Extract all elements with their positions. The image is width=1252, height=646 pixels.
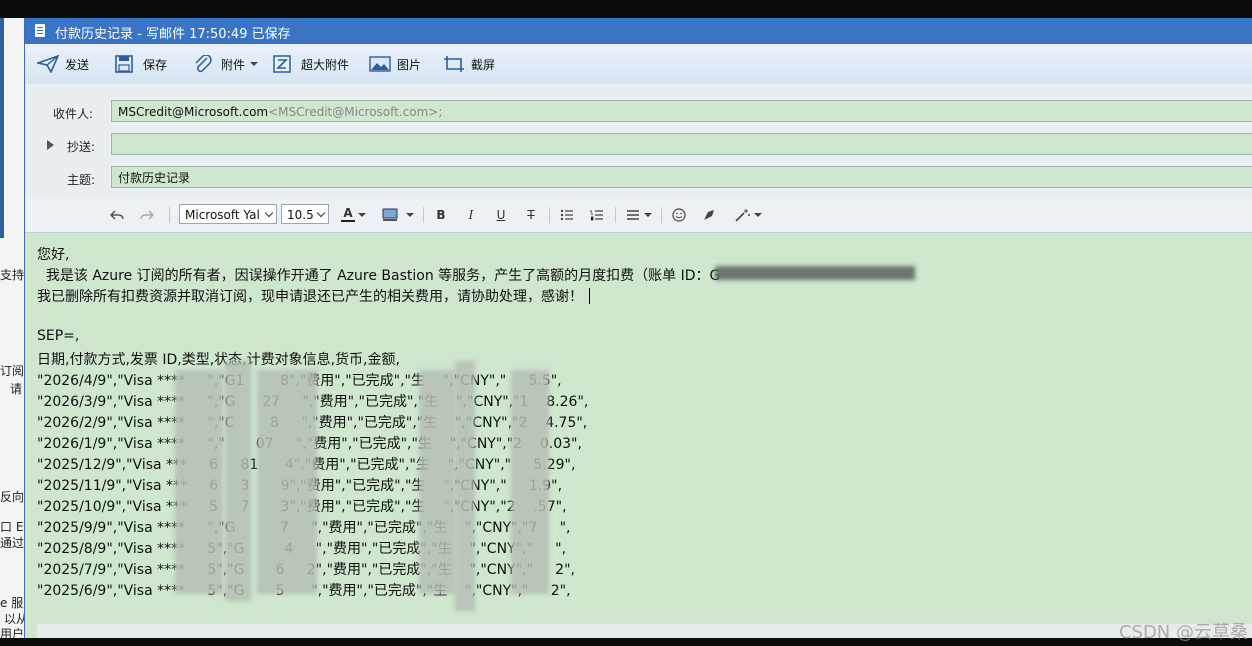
window-title: 付款历史记录 - 写邮件 17:50:49 已保存 bbox=[55, 27, 291, 42]
image-label: 图片 bbox=[397, 57, 422, 72]
big-attach-label: 超大附件 bbox=[301, 57, 350, 72]
bg-text: 支持 bbox=[0, 268, 24, 282]
body-line-text: 我已删除所有扣费资源并取消订阅，现申请退还已产生的相关费用，请协助处理，感谢！ bbox=[37, 289, 583, 305]
document-icon bbox=[35, 24, 45, 37]
align-icon[interactable] bbox=[625, 206, 641, 224]
bullet-list-icon[interactable] bbox=[559, 206, 575, 224]
font-color-icon[interactable]: A bbox=[341, 206, 355, 222]
paper-plane-icon bbox=[35, 54, 60, 74]
divider bbox=[549, 207, 550, 223]
bg-text: 通过 bbox=[0, 536, 24, 550]
to-row: 收件人: MSCredit@Microsoft.com<MSCredit@Mic… bbox=[25, 100, 1252, 124]
bg-text: 请 bbox=[10, 382, 23, 396]
redaction-blur bbox=[419, 370, 455, 594]
chevron-down-icon[interactable] bbox=[643, 206, 653, 224]
screen-top-edge bbox=[0, 0, 1252, 18]
screenshot-label: 截屏 bbox=[471, 57, 496, 72]
redaction-blur bbox=[225, 361, 251, 601]
redaction-blur bbox=[257, 370, 317, 594]
title-bar[interactable]: 付款历史记录 - 写邮件 17:50:49 已保存 bbox=[25, 18, 1252, 44]
chevron-down-icon[interactable] bbox=[357, 206, 367, 224]
horizontal-scrollbar[interactable] bbox=[37, 624, 1252, 638]
compose-toolbar: 发送 保存 附件 超大附件 图片 截屏 bbox=[25, 44, 1252, 85]
italic-icon[interactable]: I bbox=[463, 206, 479, 224]
underline-icon[interactable]: U bbox=[493, 206, 509, 224]
body-line: SEP=, bbox=[37, 328, 80, 344]
highlight-color-icon[interactable] bbox=[381, 206, 399, 224]
attach-label: 附件 bbox=[221, 57, 246, 72]
send-label: 发送 bbox=[65, 57, 90, 72]
divider bbox=[423, 207, 424, 223]
to-field[interactable]: MSCredit@Microsoft.com<MSCredit@Microsof… bbox=[111, 100, 1252, 122]
floppy-disk-icon bbox=[115, 55, 135, 73]
body-line: 日期,付款方式,发票 ID,类型,状态,计费对象信息,货币,金额, bbox=[37, 352, 400, 368]
redaction-blur bbox=[511, 370, 549, 594]
bg-text: 口 E bbox=[0, 520, 24, 534]
format-toolbar: Microsoft Yal 10.5 A B I U T bbox=[25, 198, 1252, 233]
big-attachment-icon bbox=[273, 55, 293, 73]
cc-field[interactable] bbox=[111, 133, 1252, 155]
redaction-blur bbox=[175, 370, 223, 594]
save-label: 保存 bbox=[143, 57, 168, 72]
big-attach-button[interactable]: 超大附件 bbox=[273, 53, 349, 75]
address-header: 收件人: MSCredit@Microsoft.com<MSCredit@Mic… bbox=[25, 84, 1252, 199]
chevron-down-icon bbox=[316, 208, 326, 218]
font-size-value: 10.5 bbox=[287, 208, 314, 222]
background-window: 支持 订阅 请 反向 口 E 通过 e 服 以从 用户 bbox=[0, 18, 24, 638]
divider bbox=[661, 207, 662, 223]
redo-icon[interactable] bbox=[139, 206, 155, 224]
chevron-down-icon bbox=[264, 208, 274, 218]
text-cursor bbox=[589, 288, 590, 304]
subject-label: 主题: bbox=[67, 173, 96, 187]
font-family-select[interactable]: Microsoft Yal bbox=[179, 204, 277, 224]
screenshot-button[interactable]: 截屏 bbox=[443, 53, 495, 75]
chevron-down-icon[interactable] bbox=[250, 62, 259, 66]
cc-label: 抄送: bbox=[67, 140, 96, 154]
chevron-down-icon[interactable] bbox=[753, 206, 763, 224]
send-button[interactable]: 发送 bbox=[35, 53, 90, 75]
recipient-address-full: <MSCredit@Microsoft.com>; bbox=[268, 105, 443, 119]
paperclip-icon bbox=[193, 54, 213, 73]
bold-icon[interactable]: B bbox=[433, 206, 449, 224]
body-line-with-cursor: 我已删除所有扣费资源并取消订阅，现申请退还已产生的相关费用，请协助处理，感谢！ bbox=[37, 286, 590, 306]
strikethrough-icon[interactable]: T bbox=[523, 206, 539, 224]
background-strip bbox=[0, 18, 4, 238]
save-button[interactable]: 保存 bbox=[115, 53, 167, 75]
csdn-watermark: CSDN @云草桑 bbox=[1118, 622, 1248, 643]
bg-text: e 服 bbox=[0, 596, 24, 610]
stationery-icon[interactable] bbox=[701, 206, 717, 224]
emoji-icon[interactable] bbox=[671, 206, 687, 224]
divider bbox=[169, 207, 170, 223]
compose-window: 付款历史记录 - 写邮件 17:50:49 已保存 发送 保存 附件 超大附件 … bbox=[24, 18, 1252, 638]
picture-icon bbox=[369, 55, 391, 73]
subject-field[interactable]: 付款历史记录 bbox=[111, 166, 1252, 188]
to-label: 收件人: bbox=[53, 107, 94, 121]
recipient-address[interactable]: MSCredit@Microsoft.com bbox=[118, 105, 268, 119]
numbered-list-icon[interactable] bbox=[589, 206, 605, 224]
expand-triangle-icon[interactable] bbox=[47, 140, 54, 150]
font-family-value: Microsoft Yal bbox=[185, 208, 260, 222]
cc-row: 抄送: bbox=[25, 133, 1252, 157]
bg-text: 反向 bbox=[0, 490, 24, 504]
body-line: 您好, bbox=[37, 247, 70, 263]
body-line: 我是该 Azure 订阅的所有者，因误操作开通了 Azure Bastion 等… bbox=[37, 268, 721, 284]
divider bbox=[615, 207, 616, 223]
attach-button[interactable]: 附件 bbox=[193, 53, 259, 75]
bg-text: 用户 bbox=[0, 627, 24, 638]
bg-text: 订阅 bbox=[0, 364, 24, 378]
message-body-editor[interactable]: 您好, 我是该 Azure 订阅的所有者，因误操作开通了 Azure Basti… bbox=[25, 233, 1252, 638]
redaction-blur bbox=[455, 361, 475, 611]
chevron-down-icon[interactable] bbox=[405, 206, 415, 224]
magic-wand-icon[interactable] bbox=[733, 206, 753, 224]
crop-screenshot-icon bbox=[443, 55, 464, 73]
subject-row: 主题: 付款历史记录 bbox=[25, 166, 1252, 190]
image-button[interactable]: 图片 bbox=[369, 53, 421, 75]
undo-icon[interactable] bbox=[109, 206, 125, 224]
font-size-select[interactable]: 10.5 bbox=[281, 204, 329, 224]
redaction-blur bbox=[715, 266, 915, 280]
